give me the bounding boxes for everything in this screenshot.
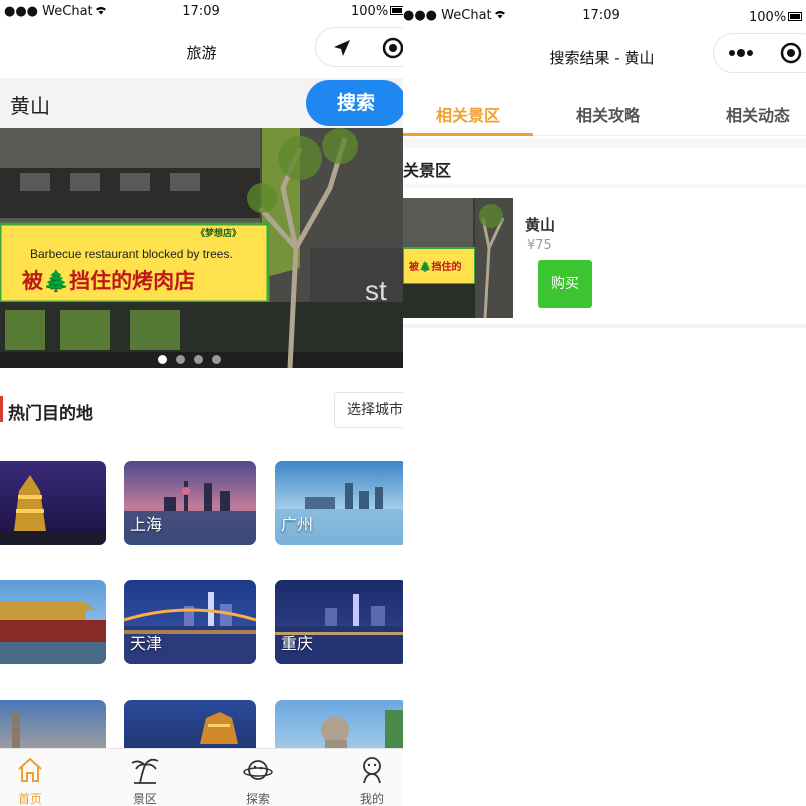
destination-tile[interactable]: 上海 [124,461,256,545]
status-time: 17:09 [182,4,220,19]
section-title: 关景区 [403,161,452,180]
destination-name: 上海 [130,515,163,534]
destination-tile[interactable]: 昌 [0,461,106,545]
divider [403,138,806,148]
palm-tree-icon [131,758,159,784]
banner-carousel[interactable]: st 《梦想店》 Barbecue restaurant blocked by … [0,128,403,368]
search-button[interactable]: 搜索 [306,80,403,126]
wifi-icon [494,11,505,19]
destination-tile[interactable]: 天津 [124,580,256,664]
planet-icon [243,760,273,780]
status-time: 17:09 [582,8,620,23]
buy-button[interactable]: 购买 [538,260,592,308]
active-tab-underline [403,133,533,136]
tab-label: 探索 [245,792,270,806]
destination-tile[interactable]: 广州 [275,461,403,545]
tab-label: 我的 [359,792,384,806]
result-thumbnail: 被🌲挡住的 [403,198,513,318]
result-name[interactable]: 黄山 [525,214,555,235]
record-icon[interactable] [382,37,403,59]
record-icon[interactable] [780,42,802,64]
carrier-label: ●●● WeChat [403,8,506,23]
home-icon [18,757,42,782]
section-accent-bar [0,396,3,422]
destination-name: 重庆 [281,634,314,653]
sign-badge: 《梦想店》 [196,227,241,239]
tab-home[interactable]: 首页 [0,749,80,806]
carousel-dot[interactable] [176,355,185,364]
battery-icon [788,12,803,21]
result-tabs: 相关景区 相关攻略 相关动态 [403,88,806,136]
person-icon [363,757,381,784]
destination-tile[interactable]: 京 [0,580,106,664]
section-title: 热门目的地 [8,404,93,424]
destination-image [0,580,106,664]
hot-destinations-header: 热门目的地 选择城市 [0,390,403,430]
destination-tile[interactable]: 重庆 [275,580,403,664]
destination-name: 天津 [130,634,163,653]
destination-name: 广州 [281,515,314,534]
thumbnail-image: 被🌲挡住的 [403,198,513,318]
bottom-tab-bar: 首页 景区 探索 我的 [0,748,403,806]
svg-text:st: st [365,275,387,306]
banner-image: st 《梦想店》 Barbecue restaurant blocked by … [0,128,403,368]
search-bar: 黄山 搜索 [0,78,403,128]
tab-label: 首页 [17,792,42,806]
carousel-dot[interactable] [194,355,203,364]
home-screen: ●●● WeChat 17:09 100% 旅游 黄山 搜索 st 《梦想店》 … [0,0,403,806]
tab-label: 景区 [132,792,157,806]
carrier-label: ●●● WeChat [4,4,107,19]
status-bar: ●●● WeChat 17:09 100% [403,0,806,26]
mini-program-capsule[interactable] [315,27,403,67]
search-input[interactable]: 黄山 [10,90,50,119]
tab-explore[interactable]: 探索 [208,749,308,806]
tab-scenic[interactable]: 景区 [95,749,195,806]
tab-related-posts[interactable]: 相关动态 [693,102,806,126]
battery-label: 100% [749,10,803,25]
carousel-dot[interactable] [158,355,167,364]
result-price: ¥75 [527,238,552,253]
tab-related-guides[interactable]: 相关攻略 [543,102,673,126]
tab-profile[interactable]: 我的 [322,749,403,806]
sign-english: Barbecue restaurant blocked by trees. [30,247,233,261]
svg-text:被🌲挡住的: 被🌲挡住的 [409,260,461,273]
mini-program-capsule[interactable] [713,33,806,73]
battery-icon [390,6,403,15]
city-select-button[interactable]: 选择城市 [334,392,403,428]
search-results-screen: ●●● WeChat 17:09 100% 搜索结果 - 黄山 相关景区 相关攻… [403,0,806,806]
battery-label: 100% [351,4,403,19]
location-arrow-icon[interactable] [332,38,352,58]
status-bar: ●●● WeChat 17:09 100% [0,0,403,26]
result-card[interactable]: 被🌲挡住的 黄山 ¥75 购买 [403,188,806,328]
carousel-dot[interactable] [212,355,221,364]
screenshot-root: ●●● WeChat 17:09 100% 旅游 黄山 搜索 st 《梦想店》 … [0,0,806,806]
carousel-dots [158,349,230,368]
tab-related-scenic[interactable]: 相关景区 [403,102,533,126]
wifi-icon [95,7,106,15]
destination-image [0,461,106,545]
more-dots-icon[interactable] [728,48,754,58]
sign-chinese: 被🌲挡住的烤肉店 [22,268,195,293]
